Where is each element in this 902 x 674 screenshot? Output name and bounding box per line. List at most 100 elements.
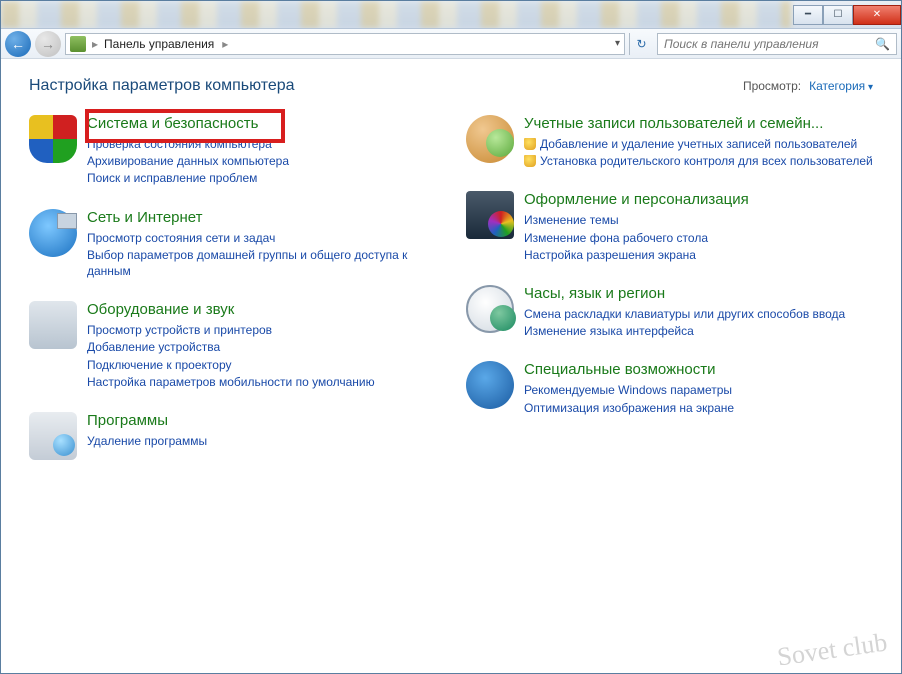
category-sublink[interactable]: Смена раскладки клавиатуры или других сп… bbox=[524, 306, 873, 322]
search-icon[interactable]: 🔍 bbox=[875, 37, 890, 51]
category-links: Удаление программы bbox=[87, 433, 436, 449]
category-body: Учетные записи пользователей и семейн...… bbox=[524, 115, 873, 169]
category-title[interactable]: Специальные возможности bbox=[524, 361, 873, 379]
category-title[interactable]: Сеть и Интернет bbox=[87, 209, 436, 227]
sublink-text: Оптимизация изображения на экране bbox=[524, 400, 734, 416]
content-header: Настройка параметров компьютера Просмотр… bbox=[29, 77, 873, 95]
category-item: Система и безопасность Проверка состояния… bbox=[29, 115, 436, 187]
category-sublink[interactable]: Изменение языка интерфейса bbox=[524, 323, 873, 339]
category-title[interactable]: Программы bbox=[87, 412, 436, 430]
view-by: Просмотр: Категория bbox=[743, 79, 873, 93]
sublink-text: Добавление устройства bbox=[87, 339, 220, 355]
category-item: Программы Удаление программы bbox=[29, 412, 436, 460]
content-area: Настройка параметров компьютера Просмотр… bbox=[1, 59, 901, 673]
address-bar[interactable]: ▸ Панель управления ▸ ▾ bbox=[65, 33, 625, 55]
minimize-button[interactable]: ━ bbox=[793, 5, 823, 25]
breadcrumb-arrow-icon: ▸ bbox=[222, 37, 228, 51]
sublink-text: Архивирование данных компьютера bbox=[87, 153, 289, 169]
sublink-text: Проверка состояния компьютера bbox=[87, 136, 272, 152]
sublink-text: Просмотр устройств и принтеров bbox=[87, 322, 272, 338]
network-icon bbox=[29, 209, 77, 257]
right-column: Учетные записи пользователей и семейн...… bbox=[466, 115, 873, 460]
category-links: Просмотр устройств и принтеровДобавление… bbox=[87, 322, 436, 390]
sublink-text: Поиск и исправление проблем bbox=[87, 170, 257, 186]
category-sublink[interactable]: Проверка состояния компьютера bbox=[87, 136, 436, 152]
category-sublink[interactable]: Настройка параметров мобильности по умол… bbox=[87, 374, 436, 390]
sublink-text: Изменение фона рабочего стола bbox=[524, 230, 708, 246]
address-dropdown-icon[interactable]: ▾ bbox=[615, 38, 620, 49]
category-sublink[interactable]: Поиск и исправление проблем bbox=[87, 170, 436, 186]
programs-icon bbox=[29, 412, 77, 460]
view-by-dropdown[interactable]: Категория bbox=[809, 79, 873, 93]
sublink-text: Установка родительского контроля для все… bbox=[540, 153, 873, 169]
search-input[interactable] bbox=[664, 37, 875, 51]
page-title: Настройка параметров компьютера bbox=[29, 77, 295, 95]
category-body: Сеть и Интернет Просмотр состояния сети и… bbox=[87, 209, 436, 280]
sublink-text: Настройка параметров мобильности по умол… bbox=[87, 374, 375, 390]
category-sublink[interactable]: Архивирование данных компьютера bbox=[87, 153, 436, 169]
watermark: Sovet club bbox=[775, 627, 889, 672]
category-columns: Система и безопасность Проверка состояния… bbox=[29, 115, 873, 460]
users-icon bbox=[466, 115, 514, 163]
category-sublink[interactable]: Подключение к проектору bbox=[87, 357, 436, 373]
maximize-button[interactable]: ☐ bbox=[823, 5, 853, 25]
sublink-text: Подключение к проектору bbox=[87, 357, 232, 373]
category-sublink[interactable]: Оптимизация изображения на экране bbox=[524, 400, 873, 416]
category-title[interactable]: Система и безопасность bbox=[87, 115, 436, 133]
titlebar-blur bbox=[1, 1, 791, 28]
hardware-icon bbox=[29, 301, 77, 349]
clock-icon bbox=[466, 285, 514, 333]
category-links: Рекомендуемые Windows параметры Оптимизац… bbox=[524, 382, 873, 415]
navigation-bar: ← → ▸ Панель управления ▸ ▾ ↻ 🔍 bbox=[1, 29, 901, 59]
uac-shield-icon bbox=[524, 155, 536, 167]
sublink-text: Настройка разрешения экрана bbox=[524, 247, 696, 263]
category-body: Часы, язык и регион Смена раскладки клави… bbox=[524, 285, 873, 339]
category-links: Просмотр состояния сети и задачВыбор пар… bbox=[87, 230, 436, 280]
category-body: Программы Удаление программы bbox=[87, 412, 436, 449]
sublink-text: Смена раскладки клавиатуры или других сп… bbox=[524, 306, 845, 322]
category-sublink[interactable]: Установка родительского контроля для все… bbox=[524, 153, 873, 169]
category-title[interactable]: Учетные записи пользователей и семейн... bbox=[524, 115, 873, 133]
category-item: Оформление и персонализация Изменение тем… bbox=[466, 191, 873, 263]
category-body: Специальные возможности Рекомендуемые Win… bbox=[524, 361, 873, 415]
sublink-text: Просмотр состояния сети и задач bbox=[87, 230, 275, 246]
category-item: Оборудование и звук Просмотр устройств и … bbox=[29, 301, 436, 390]
category-sublink[interactable]: Настройка разрешения экрана bbox=[524, 247, 873, 263]
sublink-text: Выбор параметров домашней группы и общег… bbox=[87, 247, 436, 279]
sublink-text: Добавление и удаление учетных записей по… bbox=[540, 136, 857, 152]
explorer-window: ━ ☐ ✕ ← → ▸ Панель управления ▸ ▾ ↻ 🔍 На… bbox=[0, 0, 902, 674]
breadcrumb-root[interactable]: Панель управления bbox=[104, 37, 214, 51]
category-title[interactable]: Оформление и персонализация bbox=[524, 191, 873, 209]
category-body: Оформление и персонализация Изменение тем… bbox=[524, 191, 873, 263]
category-sublink[interactable]: Изменение темы bbox=[524, 212, 873, 228]
titlebar: ━ ☐ ✕ bbox=[1, 1, 901, 29]
category-links: Проверка состояния компьютераАрхивирован… bbox=[87, 136, 436, 187]
category-links: Добавление и удаление учетных записей по… bbox=[524, 136, 873, 169]
category-sublink[interactable]: Просмотр состояния сети и задач bbox=[87, 230, 436, 246]
close-button[interactable]: ✕ bbox=[853, 5, 901, 25]
category-sublink[interactable]: Удаление программы bbox=[87, 433, 436, 449]
sublink-text: Изменение языка интерфейса bbox=[524, 323, 694, 339]
back-button[interactable]: ← bbox=[5, 31, 31, 57]
category-sublink[interactable]: Просмотр устройств и принтеров bbox=[87, 322, 436, 338]
category-title[interactable]: Оборудование и звук bbox=[87, 301, 436, 319]
category-item: Учетные записи пользователей и семейн...… bbox=[466, 115, 873, 169]
category-title[interactable]: Часы, язык и регион bbox=[524, 285, 873, 303]
refresh-button[interactable]: ↻ bbox=[629, 33, 653, 55]
sublink-text: Удаление программы bbox=[87, 433, 207, 449]
sublink-text: Рекомендуемые Windows параметры bbox=[524, 382, 732, 398]
uac-shield-icon bbox=[524, 138, 536, 150]
category-sublink[interactable]: Добавление и удаление учетных записей по… bbox=[524, 136, 873, 152]
search-box[interactable]: 🔍 bbox=[657, 33, 897, 55]
ease-icon bbox=[466, 361, 514, 409]
left-column: Система и безопасность Проверка состояния… bbox=[29, 115, 436, 460]
category-sublink[interactable]: Изменение фона рабочего стола bbox=[524, 230, 873, 246]
sublink-text: Изменение темы bbox=[524, 212, 619, 228]
category-item: Специальные возможности Рекомендуемые Win… bbox=[466, 361, 873, 415]
category-item: Сеть и Интернет Просмотр состояния сети и… bbox=[29, 209, 436, 280]
category-sublink[interactable]: Рекомендуемые Windows параметры bbox=[524, 382, 873, 398]
category-sublink[interactable]: Добавление устройства bbox=[87, 339, 436, 355]
forward-button[interactable]: → bbox=[35, 31, 61, 57]
window-controls: ━ ☐ ✕ bbox=[793, 5, 901, 25]
category-sublink[interactable]: Выбор параметров домашней группы и общег… bbox=[87, 247, 436, 279]
